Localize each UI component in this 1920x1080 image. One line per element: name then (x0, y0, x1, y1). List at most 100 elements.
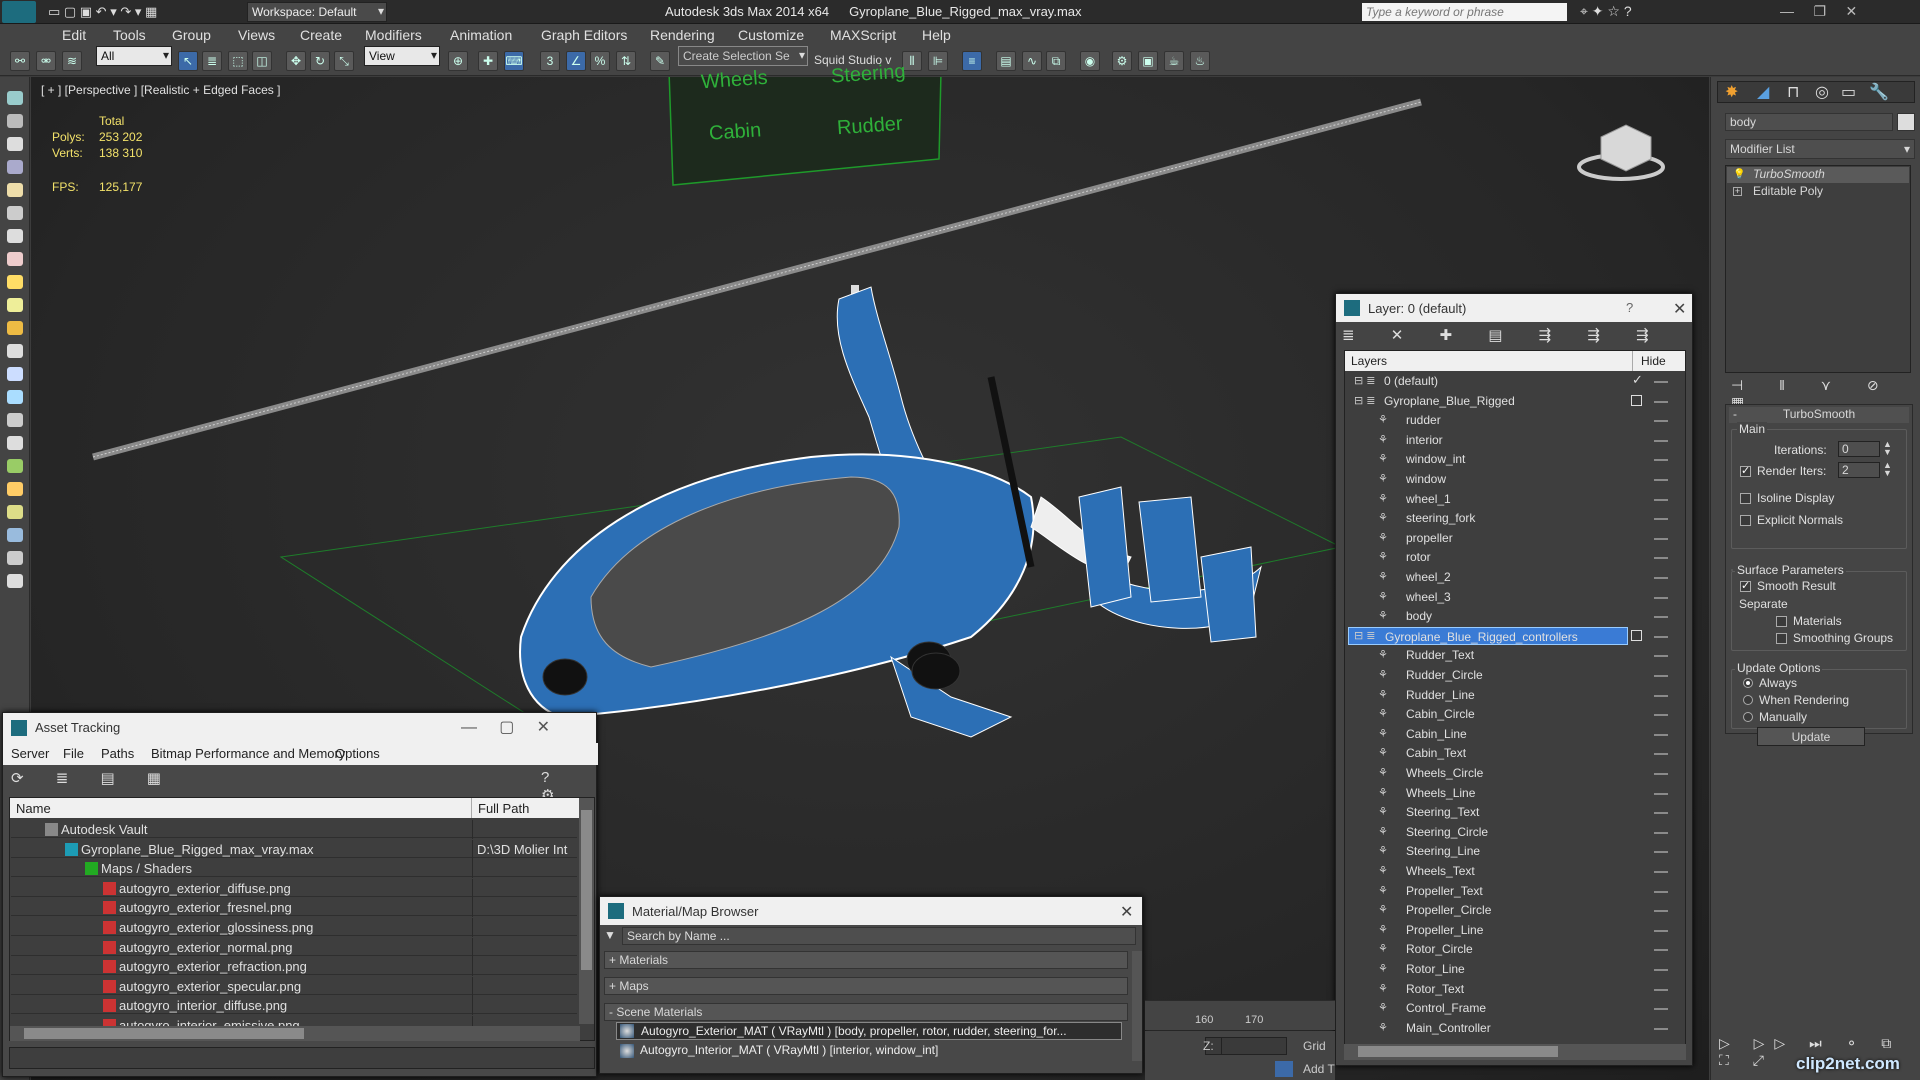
infocenter-icons[interactable]: ⌖ ✦ ☆ ? (1580, 3, 1632, 20)
asset-row[interactable]: autogyro_exterior_glossiness.png (11, 918, 577, 936)
asset-row[interactable]: autogyro_exterior_refraction.png (11, 957, 577, 976)
key-mode-icon[interactable] (1275, 1061, 1293, 1077)
render-iters-spinner[interactable]: 2 (1838, 462, 1880, 478)
tool-strip-icon[interactable] (7, 321, 23, 335)
layer-object-row[interactable]: Wheels_Circle (1348, 764, 1628, 782)
tool-strip-icon[interactable] (7, 229, 23, 243)
layer-object-row[interactable]: Propeller_Line (1348, 921, 1628, 939)
layer-row[interactable]: Gyroplane_Blue_Rigged (1348, 392, 1628, 410)
select-object-icon[interactable]: ↖ (178, 51, 198, 71)
hide-toggle[interactable] (1654, 616, 1668, 619)
modifier-editable-poly[interactable]: Editable Poly (1727, 184, 1909, 200)
menu-tools[interactable]: Tools (113, 27, 146, 43)
rect-selection-icon[interactable]: ⬚ (228, 51, 248, 71)
hide-toggle[interactable] (1654, 733, 1668, 736)
layer-object-row[interactable]: Rotor_Circle (1348, 940, 1628, 958)
materials-section[interactable]: + Materials (604, 951, 1128, 969)
hide-toggle[interactable] (1654, 890, 1668, 893)
tool-strip-icon[interactable] (7, 298, 23, 312)
layer-object-row[interactable]: Wheels_Text (1348, 862, 1628, 880)
modifier-list-dropdown[interactable]: Modifier List ▾ (1725, 139, 1915, 159)
hide-toggle[interactable] (1654, 381, 1668, 383)
tool-strip-icon[interactable] (7, 252, 23, 266)
keyboard-shortcut-icon[interactable]: ⌨ (504, 51, 524, 71)
modifier-turbosmooth[interactable]: TurboSmooth (1727, 167, 1909, 183)
render-setup-icon[interactable]: ⚙ (1112, 51, 1132, 71)
asset-h-scrollbar[interactable] (10, 1026, 580, 1041)
exterior-material-item[interactable]: Autogyro_Exterior_MAT ( VRayMtl ) [body,… (616, 1022, 1122, 1040)
layer-object-row[interactable]: Rotor_Text (1348, 980, 1628, 998)
asset-row[interactable]: autogyro_exterior_specular.png (11, 977, 577, 995)
layers-column-header[interactable]: Layers (1345, 351, 1685, 371)
tool-strip-icon[interactable] (7, 137, 23, 151)
rendered-frame-icon[interactable]: ▣ (1138, 51, 1158, 71)
layer-object-row[interactable]: Steering_Line (1348, 842, 1628, 860)
align-icon[interactable]: ⊫ (928, 51, 948, 71)
layer-help-button[interactable]: ? (1626, 300, 1633, 315)
z-coord-field[interactable] (1221, 1037, 1287, 1055)
window-crossing-icon[interactable]: ◫ (252, 51, 272, 71)
utilities-tab-icon[interactable]: 🔧 (1869, 82, 1889, 102)
tool-strip-icon[interactable] (7, 183, 23, 197)
tool-strip-icon[interactable] (7, 344, 23, 358)
tool-strip-icon[interactable] (7, 528, 23, 542)
layer-manager-icon[interactable]: ≡ (962, 51, 982, 71)
layer-object-row[interactable]: Steering_Text (1348, 803, 1628, 821)
window-controls[interactable]: — ❐ ✕ (1780, 3, 1857, 20)
hide-toggle[interactable] (1654, 439, 1668, 442)
material-close-icon[interactable]: ✕ (1120, 902, 1133, 922)
infocenter-search-input[interactable]: Type a keyword or phrase (1362, 3, 1567, 21)
layer-panel-titlebar[interactable]: Layer: 0 (default) (1336, 294, 1692, 322)
unlink-icon[interactable]: ⚮ (36, 51, 56, 71)
hide-toggle[interactable] (1654, 420, 1668, 423)
layer-toolbar-icons[interactable]: ≣ ✕ ✚ ▤ ⇶ ⇶ ⇶ (1342, 326, 1665, 344)
hide-toggle[interactable] (1654, 459, 1668, 462)
asset-path-header[interactable]: Full Path (478, 801, 529, 816)
layer-row[interactable]: Gyroplane_Blue_Rigged_controllers (1348, 626, 1628, 645)
tool-strip-icon[interactable] (7, 436, 23, 450)
update-always-radio[interactable] (1743, 678, 1753, 688)
material-v-scrollbar[interactable] (1132, 951, 1142, 1061)
asset-menu-paths[interactable]: Paths (101, 746, 134, 761)
hide-toggle[interactable] (1654, 1027, 1668, 1030)
select-manipulate-icon[interactable]: ✚ (478, 51, 498, 71)
hide-toggle[interactable] (1654, 871, 1668, 873)
menu-help[interactable]: Help (922, 27, 951, 43)
layer-object-row[interactable]: Rudder_Circle (1348, 666, 1628, 684)
asset-row[interactable]: Autodesk Vault (11, 820, 577, 838)
layer-object-row[interactable]: Rudder_Text (1348, 646, 1628, 664)
lightbulb-icon[interactable]: 💡 (1733, 169, 1745, 180)
rotate-icon[interactable]: ↻ (310, 51, 330, 71)
menu-animation[interactable]: Animation (450, 27, 512, 43)
track-bar[interactable]: 160 170 (1145, 1000, 1335, 1030)
hide-toggle[interactable] (1654, 929, 1668, 932)
layer-object-row[interactable]: wheel_2 (1348, 568, 1628, 586)
layer-close-icon[interactable]: ✕ (1673, 299, 1686, 319)
menu-rendering[interactable]: Rendering (650, 27, 715, 43)
hide-toggle[interactable] (1654, 792, 1668, 795)
graphite-icon[interactable]: ▤ (996, 51, 1016, 71)
current-layer-check-icon[interactable]: ✓ (1632, 372, 1643, 388)
hide-toggle[interactable] (1654, 910, 1668, 913)
menu-views[interactable]: Views (238, 27, 275, 43)
asset-menu-options[interactable]: Options (335, 746, 380, 761)
update-button[interactable]: Update (1757, 727, 1865, 746)
workspace-dropdown[interactable]: Workspace: Default ▾ (247, 2, 387, 22)
tool-strip-icon[interactable] (7, 505, 23, 519)
scene-materials-section[interactable]: - Scene Materials (604, 1003, 1128, 1021)
render-teapot-icon[interactable]: ♨ (1190, 51, 1210, 71)
hide-toggle[interactable] (1654, 596, 1668, 599)
asset-toolbar-icons[interactable]: ⟳ ≣ ▤ ▦ (11, 769, 175, 787)
modify-tab-icon[interactable]: ◢ (1757, 82, 1769, 102)
layer-object-row[interactable]: window_int (1348, 450, 1628, 468)
render-iters-checkbox[interactable] (1740, 464, 1751, 477)
ref-coord-dropdown[interactable]: View ▾ (364, 46, 440, 66)
curve-editor-icon[interactable]: ∿ (1022, 51, 1042, 71)
tool-strip-icon[interactable] (7, 160, 23, 174)
menu-create[interactable]: Create (300, 27, 342, 43)
layer-object-row[interactable]: Cabin_Line (1348, 725, 1628, 743)
materials-checkbox[interactable] (1776, 616, 1787, 627)
hide-toggle[interactable] (1654, 518, 1668, 521)
selection-set-dropdown[interactable]: Create Selection Se ▾ (678, 46, 808, 66)
select-by-name-icon[interactable]: ≣ (202, 51, 222, 71)
